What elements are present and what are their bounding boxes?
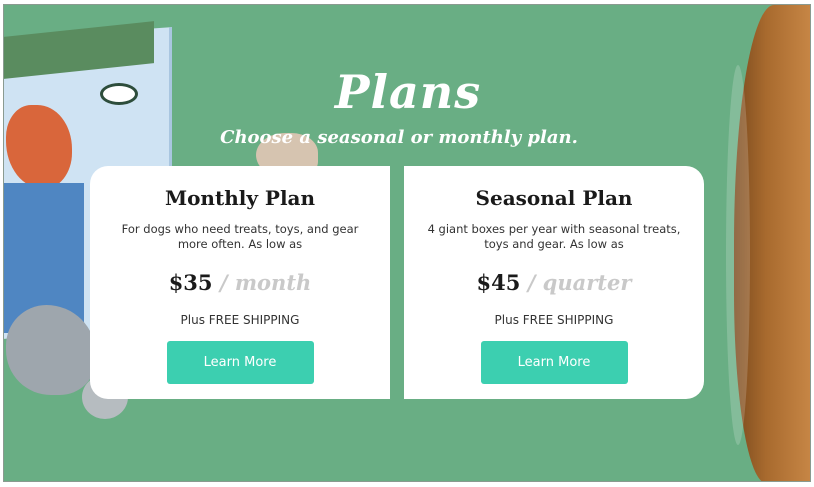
plan-description: For dogs who need treats, toys, and gear… [121, 222, 359, 251]
plan-period: / quarter [527, 270, 632, 295]
monthly-plan-card: Monthly Plan For dogs who need treats, t… [90, 166, 390, 399]
background-dog-highlight [726, 65, 750, 445]
plan-price: $35 [168, 270, 213, 295]
hero-section: Plans Choose a seasonal or monthly plan.… [3, 4, 811, 482]
monthly-learn-more-button[interactable]: Learn More [166, 341, 314, 384]
plan-price: $45 [476, 270, 521, 295]
seasonal-learn-more-button[interactable]: Learn More [480, 341, 628, 384]
plan-period: / month [219, 270, 312, 295]
plan-shipping: Plus FREE SHIPPING [180, 313, 300, 327]
plan-shipping: Plus FREE SHIPPING [494, 313, 614, 327]
plan-price-row: $35 / month [90, 270, 390, 295]
plan-price-row: $45 / quarter [404, 270, 704, 295]
plan-description: 4 giant boxes per year with seasonal tre… [427, 222, 681, 251]
plan-title: Seasonal Plan [475, 186, 633, 210]
plan-title: Monthly Plan [164, 186, 316, 210]
seasonal-plan-card: Seasonal Plan 4 giant boxes per year wit… [404, 166, 704, 399]
page-title: Plans [334, 65, 482, 119]
page-subtitle: Choose a seasonal or monthly plan. [220, 127, 578, 148]
